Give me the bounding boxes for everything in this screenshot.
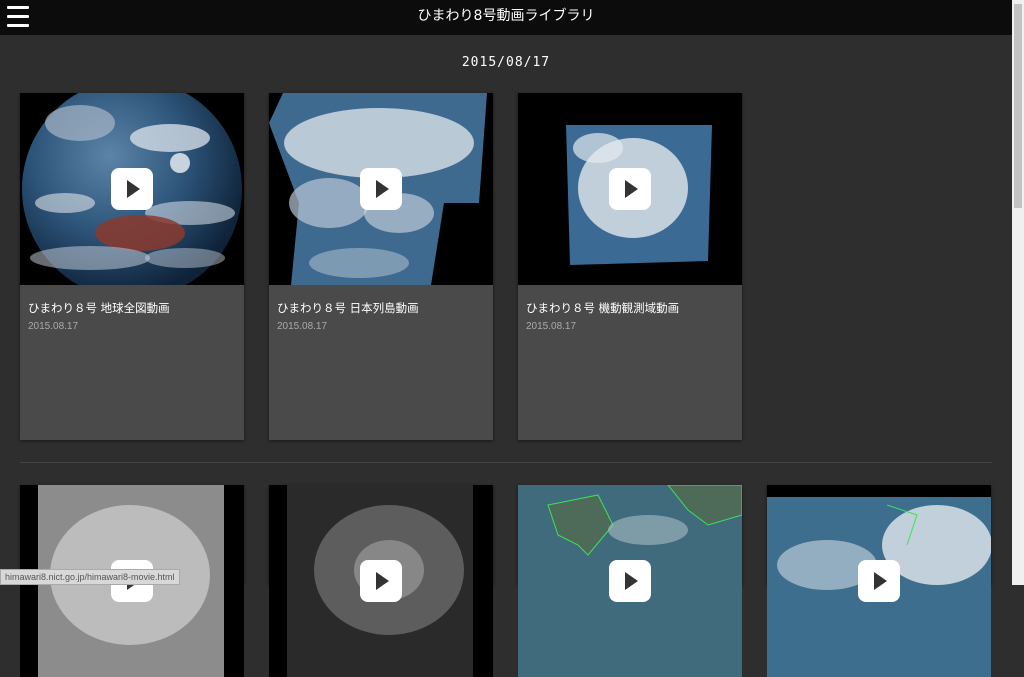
card-date: 2015.08.17 [526, 321, 577, 332]
video-card[interactable] [767, 485, 991, 677]
play-icon[interactable] [858, 560, 900, 602]
vertical-scrollbar[interactable] [1012, 0, 1024, 585]
video-thumbnail[interactable] [269, 485, 493, 677]
play-icon[interactable] [360, 168, 402, 210]
section-divider [20, 462, 992, 463]
play-icon[interactable] [609, 168, 651, 210]
scrollbar-thumb[interactable] [1014, 4, 1022, 208]
video-thumbnail[interactable] [20, 93, 244, 285]
top-bar: ひまわり8号動画ライブラリ [0, 0, 1012, 35]
video-card-full-disk[interactable]: ひまわり８号 地球全図動画 2015.08.17 [20, 93, 244, 440]
section-date-header: 2015/08/17 [461, 55, 551, 70]
video-card[interactable] [269, 485, 493, 677]
video-thumbnail[interactable] [518, 93, 742, 285]
video-card[interactable] [518, 485, 742, 677]
app-title: ひまわり8号動画ライブラリ [417, 8, 595, 24]
video-card-target-area[interactable]: ひまわり８号 機動観測域動画 2015.08.17 [518, 93, 742, 440]
card-title: ひまわり８号 地球全図動画 [28, 301, 170, 315]
video-thumbnail[interactable] [767, 485, 991, 677]
video-card-japan[interactable]: ひまわり８号 日本列島動画 2015.08.17 [269, 93, 493, 440]
video-thumbnail[interactable] [269, 93, 493, 285]
card-title: ひまわり８号 機動観測域動画 [526, 301, 680, 315]
browser-status-bar: himawari8.nict.go.jp/himawari8-movie.htm… [0, 569, 180, 585]
card-title: ひまわり８号 日本列島動画 [277, 301, 419, 315]
card-date: 2015.08.17 [277, 321, 328, 332]
card-date: 2015.08.17 [28, 321, 79, 332]
play-icon[interactable] [609, 560, 651, 602]
video-thumbnail[interactable] [518, 485, 742, 677]
play-icon[interactable] [360, 560, 402, 602]
play-icon[interactable] [111, 168, 153, 210]
